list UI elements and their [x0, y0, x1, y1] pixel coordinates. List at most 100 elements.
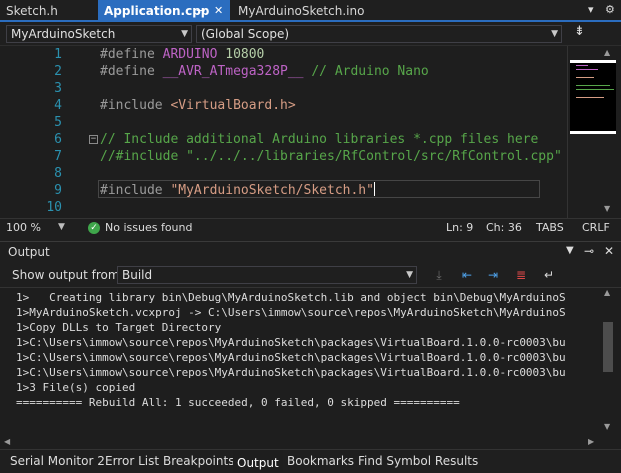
output-line: 1>C:\Users\immow\source\repos\MyArduinoS…	[16, 366, 566, 379]
output-panel-header: Output ▼ ⊸ ✕	[0, 241, 621, 263]
issues-status[interactable]: No issues found	[105, 219, 192, 236]
scroll-down-icon[interactable]: ▼	[604, 422, 610, 431]
pin-icon[interactable]: ⊸	[584, 244, 594, 258]
check-circle-icon: ✓	[88, 222, 100, 234]
tab-bookmarks[interactable]: Bookmarks	[283, 450, 358, 472]
column-indicator[interactable]: Ch: 36	[486, 219, 522, 236]
next-message-icon[interactable]: ⇥	[484, 266, 502, 284]
word-wrap-icon[interactable]: ↵	[540, 266, 558, 284]
code-line-4: #include <VirtualBoard.h>	[100, 97, 296, 114]
tab-sketch-h[interactable]: Sketch.h	[0, 0, 98, 22]
scope-dropdown-value: (Global Scope)	[201, 27, 290, 41]
minimap-line	[576, 77, 594, 78]
chevron-down-icon[interactable]: ▼	[58, 219, 65, 236]
tab-breakpoints[interactable]: Breakpoints	[159, 450, 238, 472]
macro-value: 10800	[225, 47, 265, 62]
go-to-location-icon[interactable]: ⤓	[430, 266, 448, 284]
line-number: 8	[54, 166, 62, 181]
output-source-value: Build	[122, 268, 153, 282]
editor-status-bar: 100 % ▼ ✓ No issues found Ln: 9 Ch: 36 T…	[0, 218, 621, 236]
scroll-up-icon[interactable]: ▲	[604, 288, 610, 297]
chevron-down-icon[interactable]: ▼	[566, 245, 574, 256]
code-editor[interactable]: 1 2 3 4 5 6 7 8 9 10 − #define ARDUINO 1…	[0, 46, 621, 218]
scroll-up-icon[interactable]: ▲	[604, 48, 610, 57]
code-line-7: //#include "../../../libraries/RfControl…	[100, 148, 562, 165]
tab-output[interactable]: Output	[233, 450, 283, 472]
output-source-dropdown[interactable]: Build ▼	[117, 266, 417, 284]
code-comment: // Arduino Nano	[311, 64, 429, 79]
clear-all-icon[interactable]: ≣	[512, 266, 530, 284]
line-number: 7	[54, 149, 62, 164]
tab-application-cpp[interactable]: Application.cpp	[98, 0, 230, 22]
code-comment: //#include "../../../libraries/RfControl…	[100, 149, 562, 164]
include-header: "MyArduinoSketch/Sketch.h"	[170, 183, 374, 198]
output-line: 1> Creating library bin\Debug\MyArduinoS…	[16, 291, 566, 304]
navigation-bar: MyArduinoSketch ▼ (Global Scope) ▼ ⇟	[0, 22, 621, 46]
previous-message-icon[interactable]: ⇤	[458, 266, 476, 284]
close-icon[interactable]: ✕	[604, 244, 614, 258]
code-minimap[interactable]	[570, 60, 616, 134]
line-ending[interactable]: CRLF	[582, 219, 610, 236]
preprocessor-directive: #include	[100, 98, 163, 113]
tab-label: Application.cpp	[104, 4, 210, 18]
scroll-down-icon[interactable]: ▼	[604, 204, 610, 213]
minimap-line	[576, 97, 604, 98]
line-number: 9	[54, 183, 62, 198]
chevron-down-icon: ▼	[181, 29, 188, 39]
tab-serial-monitor-2[interactable]: Serial Monitor 2	[6, 450, 109, 472]
chevron-down-icon[interactable]: ▾	[588, 0, 594, 20]
zoom-level[interactable]: 100 %	[6, 219, 41, 236]
project-dropdown[interactable]: MyArduinoSketch ▼	[6, 25, 192, 43]
output-line: 1>C:\Users\immow\source\repos\MyArduinoS…	[16, 336, 566, 349]
tab-find-symbol-results[interactable]: Find Symbol Results	[354, 450, 482, 472]
code-line-9: #include "MyArduinoSketch/Sketch.h"	[100, 182, 375, 199]
scroll-left-icon[interactable]: ◀	[4, 437, 10, 446]
output-line: 1>Copy DLLs to Target Directory	[16, 321, 222, 334]
line-number: 1	[54, 47, 62, 62]
minimap-line	[576, 69, 598, 70]
include-header: <VirtualBoard.h>	[170, 98, 296, 113]
text-caret	[373, 182, 375, 196]
output-vertical-scrollbar[interactable]: ▲ ▼	[600, 288, 617, 434]
minimap-line	[576, 65, 588, 66]
line-number: 6	[54, 132, 62, 147]
code-comment: // Include additional Arduino libraries …	[100, 132, 539, 147]
show-output-label: Show output from:	[12, 268, 124, 282]
output-content[interactable]: 1> Creating library bin\Debug\MyArduinoS…	[0, 287, 621, 437]
chevron-down-icon: ▼	[551, 29, 558, 39]
line-number: 10	[46, 200, 62, 215]
preprocessor-directive: #define	[100, 47, 155, 62]
output-line: 1>MyArduinoSketch.vcxproj -> C:\Users\im…	[16, 306, 566, 319]
gear-icon[interactable]: ⚙	[605, 0, 615, 20]
collapse-icon[interactable]: −	[89, 135, 98, 144]
scroll-right-icon[interactable]: ▶	[588, 437, 594, 446]
indent-mode[interactable]: TABS	[536, 219, 564, 236]
line-number: 3	[54, 81, 62, 96]
output-line: ========== Rebuild All: 1 succeeded, 0 f…	[16, 396, 460, 409]
tab-error-list[interactable]: Error List	[101, 450, 163, 472]
line-number: 2	[54, 64, 62, 79]
output-horizontal-scrollbar[interactable]: ◀ ▶	[0, 436, 621, 450]
tab-myarduinosketch-ino[interactable]: MyArduinoSketch.ino	[232, 0, 392, 22]
minimap-line	[576, 85, 610, 86]
output-line: 1>3 File(s) copied	[16, 381, 136, 394]
document-tab-strip: Sketch.h Application.cpp ⊸ ✕ MyArduinoSk…	[0, 0, 621, 22]
output-title: Output	[8, 245, 50, 259]
line-number: 5	[54, 115, 62, 130]
pin-icon[interactable]: ⊸	[196, 0, 205, 22]
tool-window-tabs: Serial Monitor 2 Error List Breakpoints …	[0, 449, 621, 473]
preprocessor-directive: #define	[100, 64, 155, 79]
split-editor-icon[interactable]: ⇟	[574, 24, 585, 39]
project-dropdown-value: MyArduinoSketch	[11, 27, 116, 41]
output-line: 1>C:\Users\immow\source\repos\MyArduinoS…	[16, 351, 566, 364]
preprocessor-directive: #include	[100, 183, 163, 198]
macro-name: __AVR_ATmega328P__	[162, 64, 304, 79]
close-icon[interactable]: ✕	[214, 0, 223, 22]
code-line-2: #define __AVR_ATmega328P__ // Arduino Na…	[100, 63, 429, 80]
scrollbar-thumb[interactable]	[603, 322, 613, 372]
scope-dropdown[interactable]: (Global Scope) ▼	[196, 25, 562, 43]
macro-name: ARDUINO	[162, 47, 218, 62]
line-indicator[interactable]: Ln: 9	[446, 219, 473, 236]
line-number: 4	[54, 98, 62, 113]
chevron-down-icon: ▼	[406, 270, 413, 280]
